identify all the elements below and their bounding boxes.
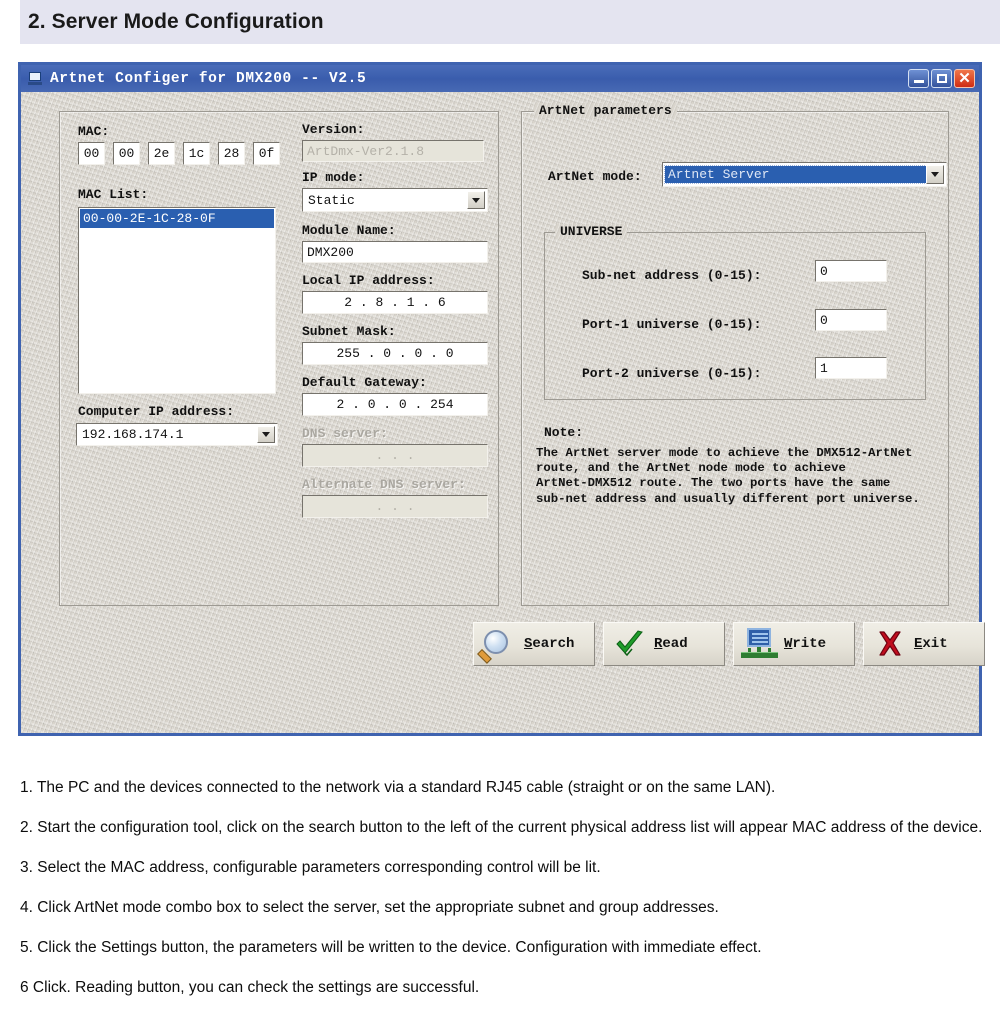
universe-legend: UNIVERSE	[555, 224, 628, 239]
gateway-label: Default Gateway:	[302, 375, 427, 390]
instructions-list: 1. The PC and the devices connected to t…	[20, 762, 988, 1018]
mac-octet-2[interactable]: 00	[113, 142, 140, 165]
local-ip-label: Local IP address:	[302, 273, 435, 288]
list-item: 6 Click. Reading button, you can check t…	[20, 978, 480, 996]
artnet-parameters-panel: ArtNet parameters ArtNet mode: Artnet Se…	[521, 103, 949, 606]
network-monitor-icon	[740, 627, 780, 661]
maximize-button[interactable]	[931, 69, 952, 88]
minimize-button[interactable]	[908, 69, 929, 88]
red-x-icon	[870, 627, 910, 661]
mac-octet-4[interactable]: 1c	[183, 142, 210, 165]
exit-button[interactable]: Exit	[863, 622, 985, 666]
chevron-down-icon[interactable]	[467, 191, 485, 209]
subnet-address-field[interactable]: 0	[815, 260, 887, 282]
mac-list-label: MAC List:	[78, 187, 149, 202]
computer-ip-value: 192.168.174.1	[82, 427, 184, 442]
ip-mode-combo[interactable]: Static	[302, 188, 488, 212]
write-button-label: Write	[784, 636, 827, 652]
artnet-panel-legend: ArtNet parameters	[534, 103, 677, 118]
mac-list-box[interactable]: 00-00-2E-1C-28-0F	[78, 207, 276, 394]
read-button-label: Read	[654, 636, 688, 652]
artnet-mode-combo[interactable]: Artnet Server	[662, 162, 947, 187]
mac-octet-3[interactable]: 2e	[148, 142, 175, 165]
note-body: The ArtNet server mode to achieve the DM…	[536, 446, 920, 506]
computer-ip-combo[interactable]: 192.168.174.1	[76, 423, 278, 446]
list-item[interactable]: 00-00-2E-1C-28-0F	[80, 209, 274, 228]
window-titlebar[interactable]: Artnet Configer for DMX200 -- V2.5 ✕	[21, 65, 979, 92]
write-button[interactable]: Write	[733, 622, 855, 666]
port1-universe-label: Port-1 universe (0-15):	[582, 317, 762, 332]
version-label: Version:	[302, 122, 365, 137]
window-client-area: MAC: 00 00 2e 1c 28 0f MAC List: 00-00-2…	[21, 92, 985, 733]
close-button[interactable]: ✕	[954, 69, 975, 88]
application-window: Artnet Configer for DMX200 -- V2.5 ✕ MAC…	[18, 62, 985, 736]
mac-octet-6[interactable]: 0f	[253, 142, 280, 165]
alternate-dns-label: Alternate DNS server:	[302, 477, 466, 492]
page-title: 2. Server Mode Configuration	[28, 10, 324, 33]
dns-field: . . .	[302, 444, 488, 467]
gateway-field[interactable]: 2 . 0 . 0 . 254	[302, 393, 488, 416]
window-title: Artnet Configer for DMX200 -- V2.5	[50, 70, 367, 87]
mac-octet-1[interactable]: 00	[78, 142, 105, 165]
alternate-dns-field: . . .	[302, 495, 488, 518]
window-controls: ✕	[908, 69, 975, 88]
mac-label: MAC:	[78, 124, 110, 139]
magnifier-icon	[477, 627, 520, 664]
list-item: 1. The PC and the devices connected to t…	[20, 778, 776, 796]
port2-universe-label: Port-2 universe (0-15):	[582, 366, 762, 381]
ip-mode-value: Static	[308, 192, 355, 208]
module-name-field[interactable]: DMX200	[302, 241, 488, 263]
dns-label: DNS server:	[302, 426, 388, 441]
port1-universe-field[interactable]: 0	[815, 309, 887, 331]
close-icon: ✕	[958, 70, 971, 87]
chevron-down-icon[interactable]	[257, 426, 275, 443]
list-item: 3. Select the MAC address, configurable …	[20, 858, 601, 876]
chevron-down-icon[interactable]	[926, 165, 944, 184]
computer-ip-label: Computer IP address:	[78, 404, 235, 419]
subnet-mask-field[interactable]: 255 . 0 . 0 . 0	[302, 342, 488, 365]
subnet-address-label: Sub-net address (0-15):	[582, 268, 762, 283]
list-item: 5. Click the Settings button, the parame…	[20, 938, 762, 956]
local-ip-field[interactable]: 2 . 8 . 1 . 6	[302, 291, 488, 314]
ip-mode-label: IP mode:	[302, 170, 365, 185]
port2-universe-field[interactable]: 1	[815, 357, 887, 379]
search-button-label: Search	[524, 636, 575, 652]
version-field: ArtDmx-Ver2.1.8	[302, 140, 484, 162]
subnet-mask-label: Subnet Mask:	[302, 324, 396, 339]
green-check-icon	[610, 627, 650, 661]
search-button[interactable]: Search	[473, 622, 595, 666]
universe-group: UNIVERSE Sub-net address (0-15): 0 Port-…	[544, 224, 926, 400]
module-name-label: Module Name:	[302, 223, 396, 238]
read-button[interactable]: Read	[603, 622, 725, 666]
button-bar: Search Read Write Exit	[473, 622, 985, 670]
artnet-mode-label: ArtNet mode:	[548, 169, 642, 184]
note-label: Note:	[544, 425, 584, 440]
list-item: 4. Click ArtNet mode combo box to select…	[20, 898, 719, 916]
list-item: 2. Start the configuration tool, click o…	[20, 818, 983, 836]
monitor-icon	[28, 71, 44, 86]
exit-button-label: Exit	[914, 636, 948, 652]
mac-octet-5[interactable]: 28	[218, 142, 245, 165]
device-settings-panel: MAC: 00 00 2e 1c 28 0f MAC List: 00-00-2…	[59, 111, 499, 606]
artnet-mode-value: Artnet Server	[664, 165, 927, 184]
